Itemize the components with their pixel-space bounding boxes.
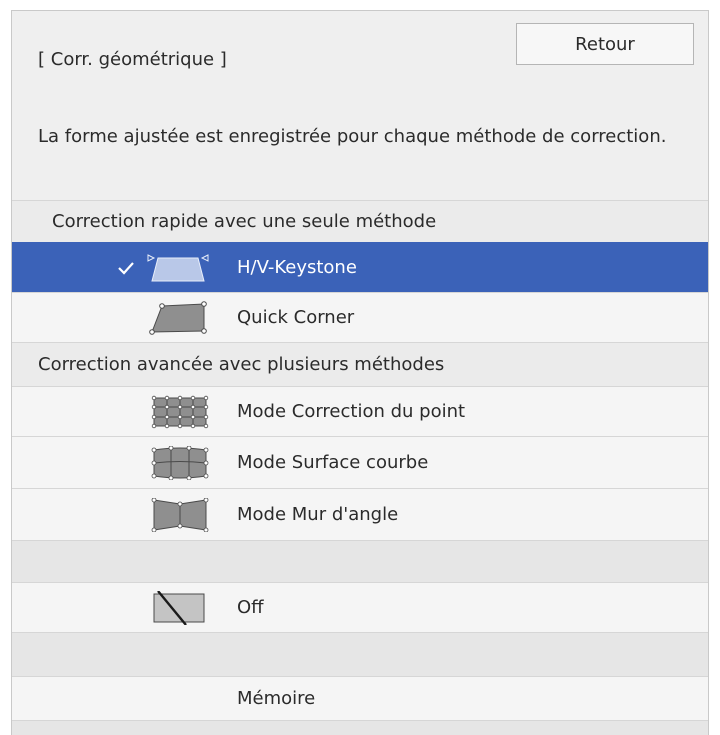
geometry-correction-panel: [ Corr. géométrique ] Retour La forme aj… xyxy=(11,10,709,735)
hv-keystone-icon xyxy=(144,251,212,285)
section-header-advanced: Correction avancée avec plusieurs méthod… xyxy=(12,342,708,386)
checkmark-icon xyxy=(116,258,136,278)
dialog-title: [ Corr. géométrique ] xyxy=(38,49,227,70)
menu-item-label: Quick Corner xyxy=(237,307,355,328)
section-header-advanced-label: Correction avancée avec plusieurs méthod… xyxy=(38,354,445,375)
menu-item-point-correction[interactable]: Mode Correction du point xyxy=(12,386,708,436)
spacer-row xyxy=(12,632,708,676)
menu-item-curved-surface[interactable]: Mode Surface courbe xyxy=(12,436,708,488)
menu-item-label: Mode Correction du point xyxy=(237,401,466,422)
menu-item-memory[interactable]: Mémoire xyxy=(12,676,708,720)
menu-item-label: H/V-Keystone xyxy=(237,257,357,278)
back-button[interactable]: Retour xyxy=(516,23,694,65)
spacer-row xyxy=(12,540,708,582)
section-header-quick: Correction rapide avec une seule méthode xyxy=(12,200,708,242)
section-header-quick-label: Correction rapide avec une seule méthode xyxy=(52,211,437,232)
menu-item-label: Mode Mur d'angle xyxy=(237,504,399,525)
menu-item-quick-corner[interactable]: Quick Corner xyxy=(12,292,708,342)
menu-item-hv-keystone[interactable]: H/V-Keystone xyxy=(12,242,708,292)
corner-wall-icon xyxy=(144,497,212,532)
menu-item-label: Mémoire xyxy=(237,688,316,709)
curved-surface-icon xyxy=(144,445,212,480)
menu-item-label: Mode Surface courbe xyxy=(237,452,429,473)
menu-item-off[interactable]: Off xyxy=(12,582,708,632)
bottom-strip xyxy=(12,720,708,735)
menu-item-label: Off xyxy=(237,597,264,618)
quick-corner-icon xyxy=(144,300,212,335)
menu-item-corner-wall[interactable]: Mode Mur d'angle xyxy=(12,488,708,540)
info-text: La forme ajustée est enregistrée pour ch… xyxy=(38,126,667,147)
off-icon xyxy=(144,590,212,625)
point-correction-icon xyxy=(144,395,212,429)
